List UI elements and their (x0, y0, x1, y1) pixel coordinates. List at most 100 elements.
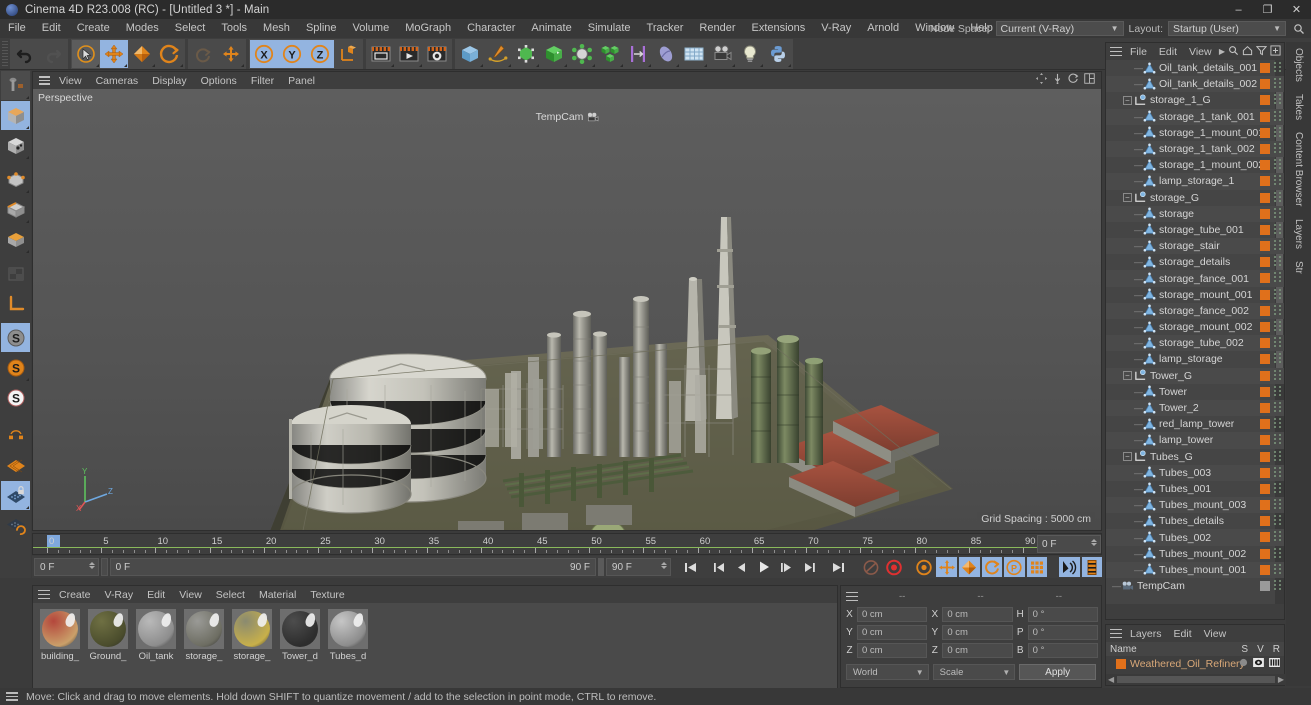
menu-item-create[interactable]: Create (69, 19, 118, 38)
visibility-dots-icon[interactable] (1274, 304, 1281, 317)
visibility-dots-icon[interactable] (1274, 321, 1281, 333)
visibility-dots-icon[interactable] (1274, 563, 1281, 576)
layer-menu-layers[interactable]: Layers (1124, 628, 1168, 640)
visibility-dots-icon[interactable] (1274, 159, 1281, 171)
maximize-button[interactable]: ❐ (1253, 0, 1282, 19)
rotation-key-button[interactable] (981, 557, 1003, 577)
object-tag-icon[interactable] (1260, 402, 1270, 413)
object-tag-icon[interactable] (1260, 548, 1270, 559)
menu-item-modes[interactable]: Modes (118, 19, 167, 38)
quantize-button[interactable]: S (1, 383, 30, 412)
object-tag-icon[interactable] (1260, 581, 1270, 591)
orbit-viewport-icon[interactable] (1068, 73, 1079, 87)
object-tag-icon[interactable] (1260, 370, 1270, 381)
scroll-left-icon[interactable]: ◀ (1106, 675, 1116, 684)
visibility-dots-icon[interactable] (1274, 207, 1281, 220)
node-space-dropdown[interactable]: Current (V-Ray) ▼ (995, 21, 1124, 36)
viewport-3d-canvas[interactable]: Perspective TempCam Grid Spacing : 5000 … (33, 89, 1101, 530)
layer-menu-view[interactable]: View (1198, 628, 1233, 640)
render-view-button[interactable] (367, 40, 395, 68)
light-button[interactable] (736, 40, 764, 68)
menu-item-edit[interactable]: Edit (34, 19, 69, 38)
next-frame-button[interactable] (777, 557, 798, 577)
object-menu-file[interactable]: File (1124, 46, 1153, 58)
previous-frame-button[interactable] (732, 557, 753, 577)
render-to-picture-viewer-button[interactable] (395, 40, 423, 68)
lock-z-axis-button[interactable]: Z (306, 39, 334, 68)
next-key-button[interactable] (799, 557, 820, 577)
dolly-viewport-icon[interactable] (1052, 73, 1063, 87)
position-y-field[interactable]: 0 cm (857, 625, 928, 640)
range-handle[interactable] (598, 558, 604, 576)
object-row[interactable]: — Tower (1106, 384, 1284, 400)
visibility-dots-icon[interactable] (1274, 547, 1281, 560)
object-tag-icon[interactable] (1260, 419, 1270, 430)
object-row[interactable]: — storage_tube_002 (1106, 335, 1284, 352)
menu-item-render[interactable]: Render (691, 19, 743, 38)
object-menu-edit[interactable]: Edit (1153, 46, 1183, 58)
menu-item-select[interactable]: Select (167, 19, 214, 38)
visibility-dots-icon[interactable] (1274, 288, 1281, 301)
visibility-dots-icon[interactable] (1274, 175, 1281, 187)
undo-button[interactable] (11, 40, 39, 68)
layer-color-swatch[interactable] (1116, 658, 1126, 669)
menu-item-tools[interactable]: Tools (213, 19, 255, 38)
size-x-field[interactable]: 0 cm (942, 607, 1013, 622)
object-tag-icon[interactable] (1260, 305, 1270, 316)
visibility-dots-icon[interactable] (1274, 531, 1281, 543)
visibility-dots-icon[interactable] (1274, 482, 1281, 495)
material-menu-create[interactable]: Create (52, 589, 98, 601)
previous-key-button[interactable] (709, 557, 730, 577)
visibility-dots-icon[interactable] (1274, 418, 1281, 430)
material-menu-edit[interactable]: Edit (140, 589, 172, 601)
rotation-h-field[interactable]: 0 ° (1027, 607, 1098, 622)
coordinates-menu-hamburger-icon[interactable] (844, 590, 860, 603)
mograph-cloner-button[interactable] (596, 40, 624, 68)
python-button[interactable] (764, 40, 792, 68)
menu-item-file[interactable]: File (0, 19, 34, 38)
visibility-dots-icon[interactable] (1274, 110, 1281, 123)
object-tag-icon[interactable] (1260, 176, 1270, 187)
object-tag-icon[interactable] (1260, 95, 1270, 106)
object-tag-icon[interactable] (1260, 451, 1270, 462)
uv-grid-button[interactable] (680, 40, 708, 68)
animation-timeline-button[interactable] (1081, 557, 1103, 577)
uv-points-mode-button[interactable] (1, 259, 30, 288)
object-row[interactable]: — Tubes_details (1106, 513, 1284, 529)
right-tab-objects[interactable]: Objects (1293, 42, 1304, 88)
polygon-mode-button[interactable] (1, 225, 30, 254)
object-row[interactable]: — Tubes_001 (1106, 481, 1284, 497)
object-tag-icon[interactable] (1260, 435, 1270, 446)
stepper-icon[interactable] (660, 562, 667, 569)
menu-item-simulate[interactable]: Simulate (580, 19, 639, 38)
close-button[interactable]: ✕ (1282, 0, 1311, 19)
minimize-button[interactable]: – (1224, 0, 1253, 19)
go-to-start-button[interactable] (681, 557, 702, 577)
menu-item-spline[interactable]: Spline (298, 19, 345, 38)
object-row[interactable]: — storage_mount_001 (1106, 287, 1284, 303)
object-row[interactable]: — lamp_storage_1 (1106, 173, 1284, 190)
object-tag-icon[interactable] (1260, 192, 1270, 203)
object-row[interactable]: — storage_mount_002 (1106, 319, 1284, 335)
visibility-dots-icon[interactable] (1274, 191, 1281, 204)
layer-row[interactable]: Weathered_Oil_Refinery (1106, 656, 1284, 671)
layer-menu-hamburger-icon[interactable] (1108, 627, 1124, 640)
scale-tool-button[interactable] (128, 40, 156, 68)
model-mode-button[interactable] (1, 101, 30, 130)
object-tag-icon[interactable] (1260, 564, 1270, 575)
object-tag-icon[interactable] (1260, 386, 1270, 397)
generator-extrude-button[interactable] (540, 40, 568, 68)
menu-item-mesh[interactable]: Mesh (255, 19, 298, 38)
autokeying-button[interactable] (884, 557, 905, 577)
right-tab-content-browser[interactable]: Content Browser (1293, 126, 1304, 212)
make-editable-button[interactable] (1, 71, 30, 100)
visibility-dots-icon[interactable] (1274, 240, 1281, 252)
object-tag-icon[interactable] (1260, 273, 1270, 284)
magnet-tool-button[interactable] (1, 417, 30, 446)
layer-horizontal-scrollbar[interactable]: ◀ ▶ (1106, 674, 1286, 685)
menu-item-arnold[interactable]: Arnold (859, 19, 907, 38)
coordinate-system-dropdown[interactable]: World ▼ (846, 664, 929, 680)
expand-collapse-icon[interactable]: – (1123, 452, 1132, 462)
object-tag-icon[interactable] (1260, 79, 1270, 90)
object-row[interactable]: — storage_1_tank_001 (1106, 108, 1284, 125)
